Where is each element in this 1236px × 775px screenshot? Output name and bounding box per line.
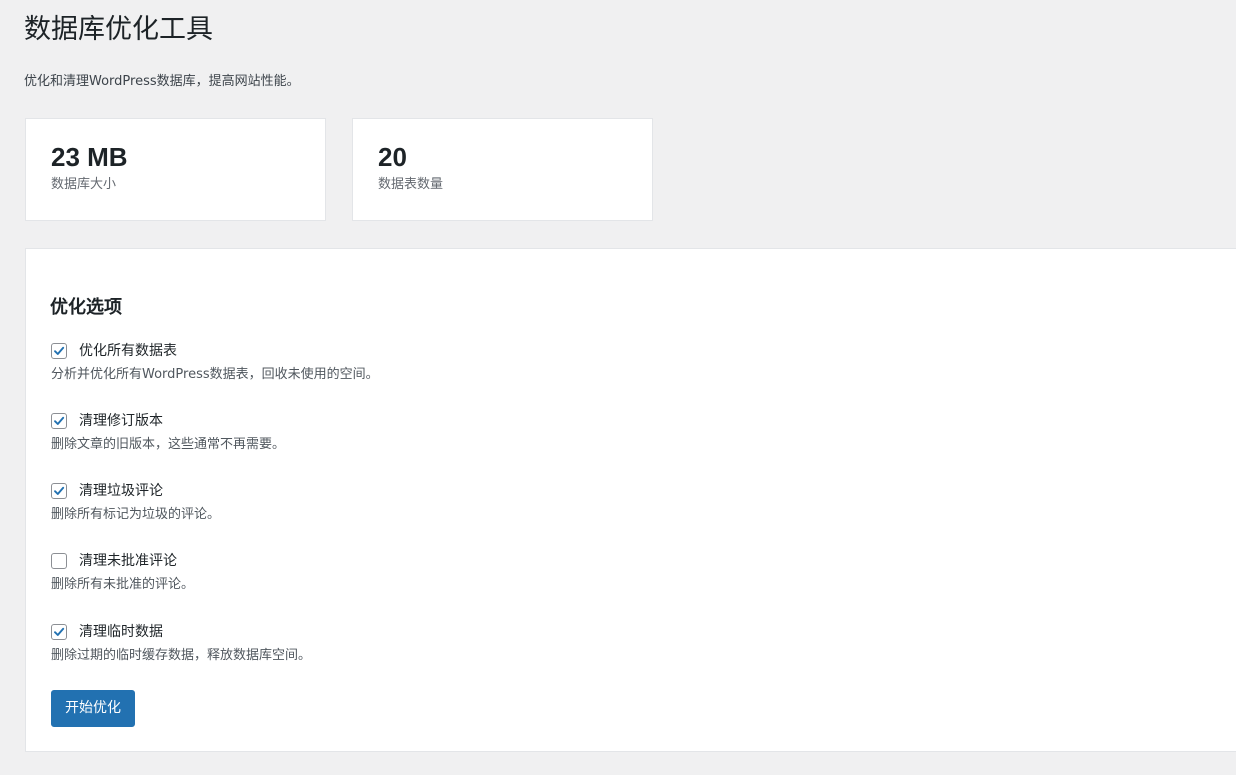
option-optimize-tables: 优化所有数据表 分析并优化所有WordPress数据表，回收未使用的空间。 <box>51 340 951 390</box>
option-optimize-tables-row[interactable]: 优化所有数据表 <box>51 340 951 362</box>
checkmark-icon <box>54 627 65 636</box>
checkbox-optimize-tables[interactable] <box>51 343 67 359</box>
start-optimization-button[interactable]: 开始优化 <box>51 690 135 727</box>
option-clean-transients: 清理临时数据 删除过期的临时缓存数据，释放数据库空间。 <box>51 621 951 671</box>
option-label: 清理修订版本 <box>79 413 163 429</box>
checkmark-icon <box>54 486 65 495</box>
option-label: 清理临时数据 <box>79 624 163 640</box>
checkmark-icon <box>54 416 65 425</box>
option-description: 分析并优化所有WordPress数据表，回收未使用的空间。 <box>51 367 379 382</box>
option-description: 删除文章的旧版本，这些通常不再需要。 <box>51 437 286 452</box>
stat-label-db-size: 数据库大小 <box>51 177 117 192</box>
option-clean-revisions: 清理修订版本 删除文章的旧版本，这些通常不再需要。 <box>51 410 951 460</box>
page-title: 数据库优化工具 <box>24 14 213 45</box>
option-clean-revisions-row[interactable]: 清理修订版本 <box>51 410 951 432</box>
option-description: 删除所有标记为垃圾的评论。 <box>51 507 221 522</box>
option-description: 删除过期的临时缓存数据，释放数据库空间。 <box>51 648 312 663</box>
option-label: 优化所有数据表 <box>79 343 177 359</box>
checkbox-clean-spam-comments[interactable] <box>51 483 67 499</box>
checkmark-icon <box>54 346 65 355</box>
option-clean-unapproved-comments: 清理未批准评论 删除所有未批准的评论。 <box>51 550 951 600</box>
stat-card-db-size: 23 MB 数据库大小 <box>25 118 326 221</box>
stat-value-table-count: 20 <box>378 142 407 172</box>
stat-label-table-count: 数据表数量 <box>378 177 444 192</box>
option-description: 删除所有未批准的评论。 <box>51 577 195 592</box>
option-label: 清理未批准评论 <box>79 553 177 569</box>
option-label: 清理垃圾评论 <box>79 483 163 499</box>
stat-card-table-count: 20 数据表数量 <box>352 118 653 221</box>
checkbox-clean-revisions[interactable] <box>51 413 67 429</box>
option-clean-spam-comments-row[interactable]: 清理垃圾评论 <box>51 480 951 502</box>
stat-value-db-size: 23 MB <box>51 142 128 172</box>
option-clean-spam-comments: 清理垃圾评论 删除所有标记为垃圾的评论。 <box>51 480 951 530</box>
options-panel-title: 优化选项 <box>50 297 122 318</box>
option-clean-transients-row[interactable]: 清理临时数据 <box>51 621 951 643</box>
checkbox-clean-transients[interactable] <box>51 624 67 640</box>
checkbox-clean-unapproved-comments[interactable] <box>51 553 67 569</box>
page-description: 优化和清理WordPress数据库，提高网站性能。 <box>24 74 300 89</box>
option-clean-unapproved-comments-row[interactable]: 清理未批准评论 <box>51 550 951 572</box>
optimization-options-panel: 优化选项 优化所有数据表 分析并优化所有WordPress数据表，回收未使用的空… <box>25 248 1236 752</box>
